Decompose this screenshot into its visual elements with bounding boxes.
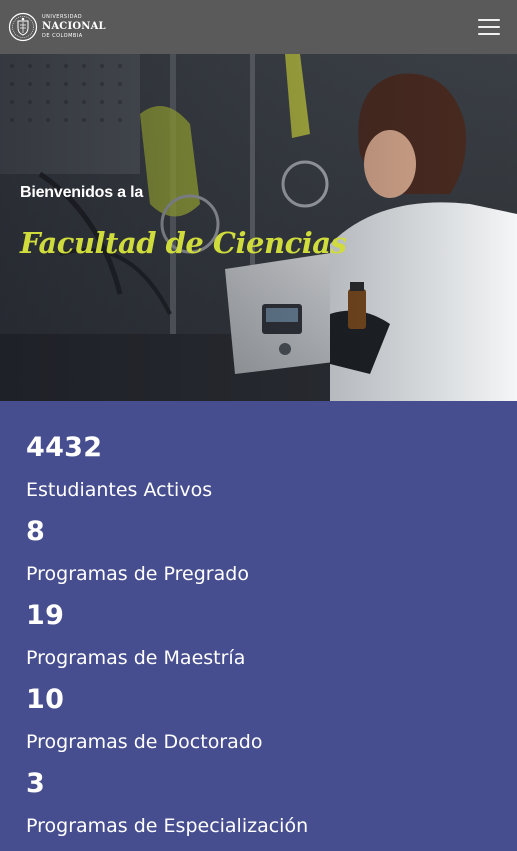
logo-text-universidad: UNIVERSIDAD: [42, 14, 83, 20]
menu-bar-top: [478, 19, 500, 21]
stat-label: Programas de Pregrado: [26, 563, 249, 585]
stat-label: Programas de Doctorado: [26, 731, 263, 753]
university-logo[interactable]: UNIVERSIDAD NACIONAL DE COLOMBIA: [8, 12, 106, 42]
stat-label: Estudiantes Activos: [26, 479, 213, 501]
stat-value: 8: [26, 516, 46, 547]
stat-item-specialization: 3 Programas de Especialización: [26, 767, 517, 851]
top-navigation-bar: UNIVERSIDAD NACIONAL DE COLOMBIA: [0, 0, 517, 54]
logo-text-nacional: NACIONAL: [42, 21, 106, 32]
stat-value: 3: [26, 768, 46, 799]
stat-item-students: 4432 Estudiantes Activos: [26, 431, 517, 515]
logo-text-de-colombia: DE COLOMBIA: [42, 33, 83, 39]
stat-label: Programas de Maestría: [26, 647, 246, 669]
statistics-section: 4432 Estudiantes Activos 8 Programas de …: [0, 401, 517, 841]
stat-item-masters: 19 Programas de Maestría: [26, 599, 517, 683]
hero-banner: Bienvenidos a la Facultad de Ciencias: [0, 54, 517, 401]
hamburger-menu-icon[interactable]: [475, 16, 503, 38]
stat-value: 19: [26, 600, 65, 631]
stat-value: 10: [26, 684, 65, 715]
stat-item-undergraduate: 8 Programas de Pregrado: [26, 515, 517, 599]
stat-label: Programas de Especialización: [26, 815, 309, 837]
stat-value: 4432: [26, 432, 103, 463]
hero-welcome-text: Bienvenidos a la: [20, 184, 144, 201]
hero-faculty-title: Facultad de Ciencias: [20, 226, 347, 260]
menu-bar-bottom: [478, 33, 500, 35]
stat-item-doctorate: 10 Programas de Doctorado: [26, 683, 517, 767]
menu-bar-middle: [478, 26, 500, 28]
university-seal-icon: [8, 12, 38, 42]
